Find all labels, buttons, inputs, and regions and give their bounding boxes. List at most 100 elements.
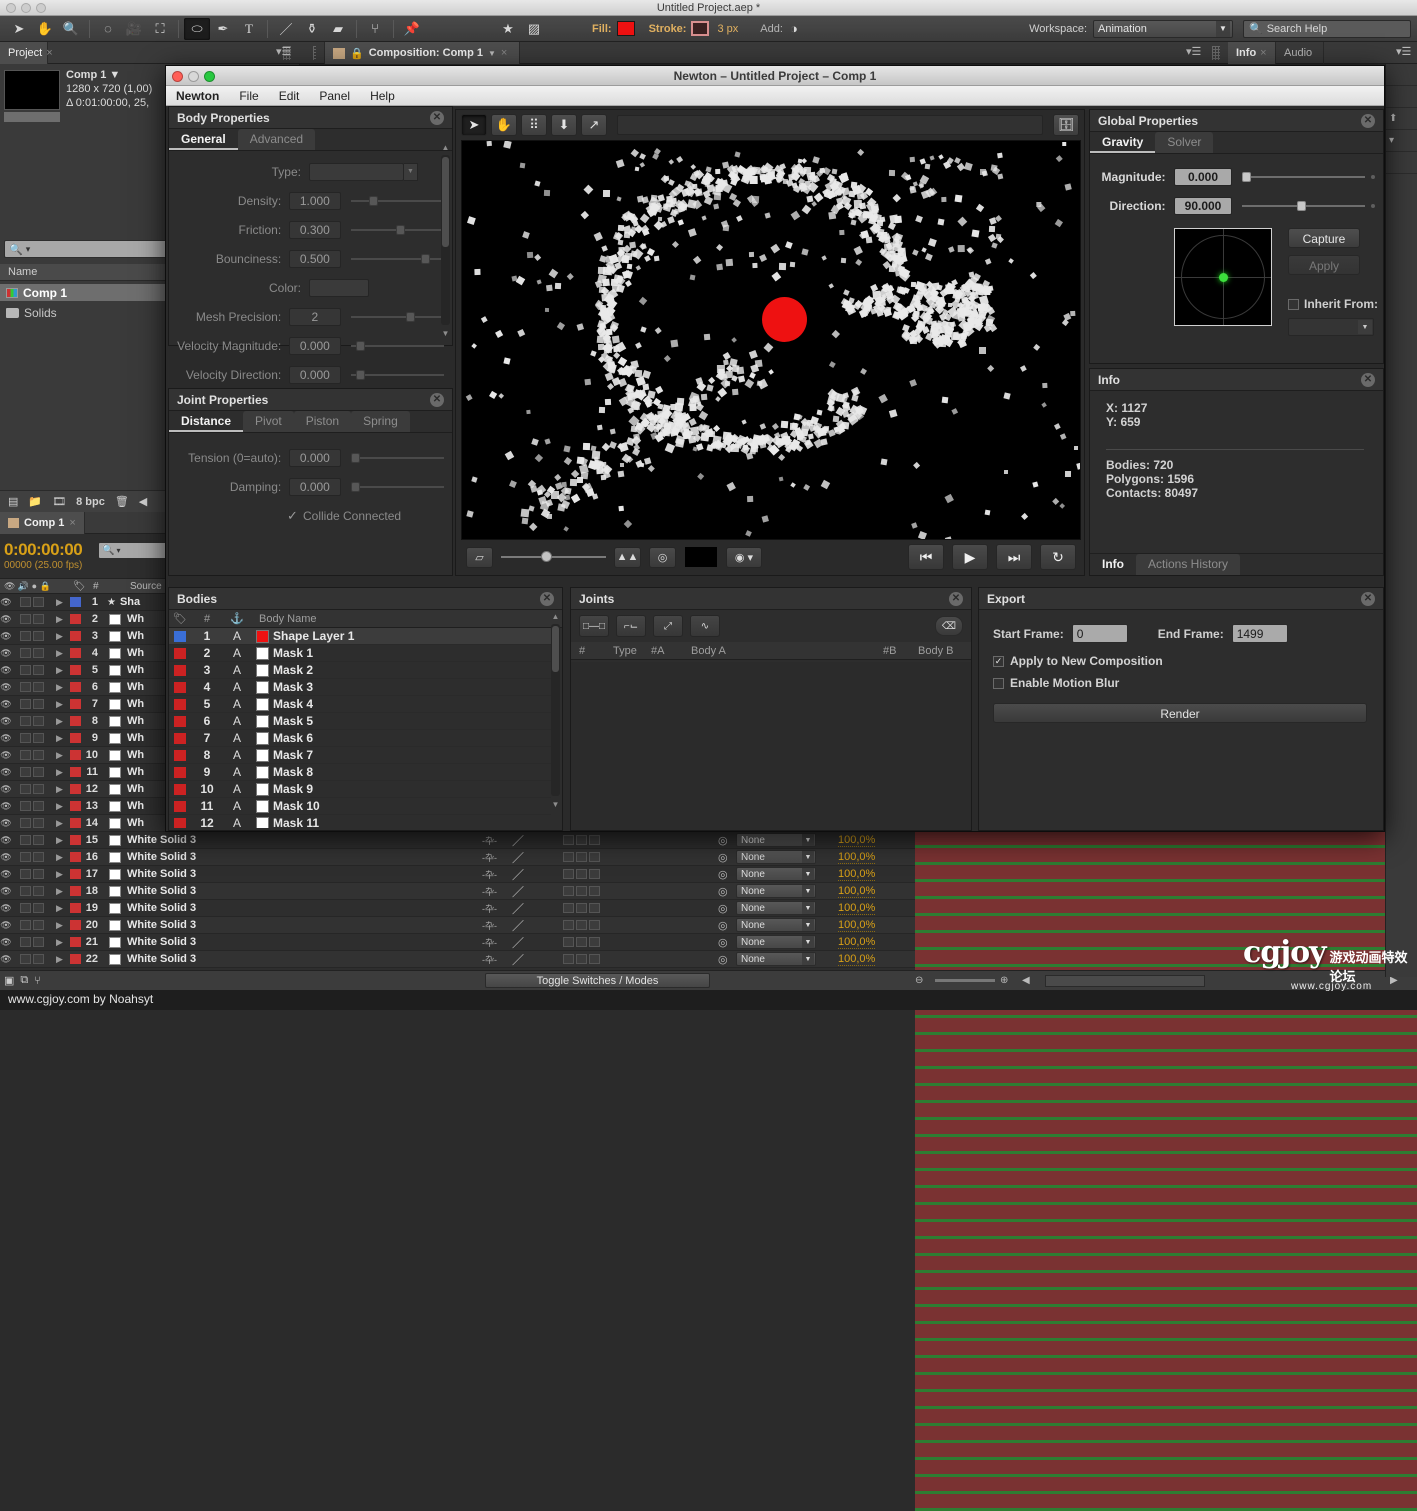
layer-preserve-switch[interactable] bbox=[576, 869, 587, 879]
project-comp-name[interactable]: Comp 1 ▼ bbox=[66, 68, 152, 82]
snapshot-icon[interactable]: 🗄 bbox=[1053, 114, 1079, 136]
layer-transform-switch[interactable]: ／ bbox=[512, 849, 524, 866]
layer-parent-select[interactable]: None ▼ bbox=[736, 867, 816, 881]
timeline-layer-bar[interactable] bbox=[915, 1443, 1417, 1457]
layer-solo-toggle[interactable] bbox=[33, 665, 44, 675]
layer-opacity-value[interactable]: 100,0% bbox=[838, 851, 876, 864]
layer-name[interactable]: Wh bbox=[127, 715, 144, 727]
timeline-layer-bar[interactable] bbox=[915, 1018, 1417, 1032]
layer-solo-toggle[interactable] bbox=[33, 648, 44, 658]
close-icon[interactable]: ✕ bbox=[1361, 113, 1375, 128]
layer-solo-toggle[interactable] bbox=[33, 903, 44, 913]
layer-solo-toggle[interactable] bbox=[33, 716, 44, 726]
bit-depth-label[interactable]: 8 bpc bbox=[76, 496, 105, 508]
timeline-layer-bar[interactable] bbox=[915, 1222, 1417, 1236]
joints-list[interactable] bbox=[571, 662, 971, 830]
layer-transform-switch[interactable]: ／ bbox=[512, 934, 524, 951]
layer-label-color[interactable] bbox=[70, 733, 81, 743]
layer-expand-icon[interactable]: ▶ bbox=[56, 597, 70, 608]
tab-gravity[interactable]: Gravity bbox=[1090, 132, 1156, 153]
layer-opacity-value[interactable]: 100,0% bbox=[838, 919, 876, 932]
tab-advanced[interactable]: Advanced bbox=[237, 129, 316, 150]
layer-expand-icon[interactable]: ▶ bbox=[56, 801, 70, 812]
layer-expand-icon[interactable]: ▶ bbox=[56, 648, 70, 659]
timeline-search-input[interactable]: 🔍 ▾ bbox=[98, 542, 168, 559]
field-slider[interactable] bbox=[350, 339, 444, 353]
close-button[interactable] bbox=[6, 3, 16, 13]
field-slider[interactable] bbox=[350, 223, 444, 237]
newton-title-bar[interactable]: Newton – Untitled Project – Comp 1 bbox=[166, 66, 1384, 86]
layer-label-color[interactable] bbox=[70, 699, 81, 709]
layer-name[interactable]: Wh bbox=[127, 664, 144, 676]
timeline-layer-bar[interactable] bbox=[915, 1324, 1417, 1338]
timeline-layer-bar[interactable] bbox=[915, 848, 1417, 862]
layer-audio-toggle[interactable] bbox=[20, 682, 31, 692]
add-menu-icon[interactable]: ◑ bbox=[787, 18, 801, 40]
layer-expand-icon[interactable]: ▶ bbox=[56, 614, 70, 625]
timeline-layer-bar[interactable] bbox=[915, 1256, 1417, 1270]
body-tag[interactable] bbox=[169, 647, 191, 659]
field-input[interactable] bbox=[309, 162, 404, 181]
render-button[interactable]: Render bbox=[993, 703, 1367, 723]
body-color-swatch[interactable] bbox=[251, 731, 273, 745]
layer-name[interactable]: Wh bbox=[127, 800, 144, 812]
zoom-tool-icon[interactable]: 🔍 bbox=[58, 18, 84, 40]
layer-preserve-switch[interactable] bbox=[576, 852, 587, 862]
play-icon[interactable]: ▶ bbox=[952, 544, 988, 570]
layer-parent-select[interactable]: None ▼ bbox=[736, 935, 816, 949]
menu-edit[interactable]: Edit bbox=[279, 89, 300, 103]
close-icon[interactable]: × bbox=[1260, 47, 1266, 59]
rotation-tool-icon[interactable]: ◌ bbox=[95, 18, 121, 40]
viewer-info-field[interactable] bbox=[617, 115, 1043, 135]
roto-brush-tool-icon[interactable]: ⑂ bbox=[362, 18, 388, 40]
layer-expand-icon[interactable]: ▶ bbox=[56, 954, 70, 965]
layer-parent-pickwhip[interactable]: ◎ bbox=[718, 936, 728, 949]
apply-new-comp-checkbox[interactable]: ✓ bbox=[993, 655, 1004, 667]
menu-newton[interactable]: Newton bbox=[176, 89, 219, 103]
stroke-width-value[interactable]: 3 px bbox=[717, 23, 738, 35]
timeline-layer-bar[interactable] bbox=[915, 1103, 1417, 1117]
chevron-down-icon[interactable]: ▼ bbox=[1358, 320, 1372, 334]
body-tag[interactable] bbox=[169, 732, 191, 744]
layer-track-matte-switch[interactable] bbox=[589, 954, 600, 964]
newton-window-controls[interactable] bbox=[172, 71, 215, 82]
minimize-button[interactable] bbox=[188, 71, 199, 82]
timeline-layer-bar[interactable] bbox=[915, 1171, 1417, 1185]
start-frame-input[interactable]: 0 bbox=[1071, 624, 1128, 643]
scroll-up-icon[interactable]: ▲ bbox=[551, 612, 560, 621]
field-input[interactable]: 0.000 bbox=[289, 336, 341, 355]
timeline-layer-bar[interactable] bbox=[915, 1273, 1417, 1287]
zoom-fit-icon[interactable]: ▱ bbox=[466, 546, 493, 568]
layer-opacity-value[interactable]: 100,0% bbox=[838, 902, 876, 915]
timeline-layer-bar[interactable] bbox=[915, 1120, 1417, 1134]
table-row[interactable]: 11 A Mask 10 bbox=[169, 798, 551, 815]
layer-name[interactable]: White Solid 3 bbox=[127, 885, 196, 897]
table-row[interactable]: 12 A Mask 11 bbox=[169, 815, 551, 828]
layer-name[interactable]: White Solid 3 bbox=[127, 919, 196, 931]
layer-visibility-icon[interactable]: 👁 bbox=[0, 716, 12, 727]
body-color-swatch[interactable] bbox=[251, 714, 273, 728]
menu-help[interactable]: Help bbox=[370, 89, 395, 103]
star-icon[interactable]: ★ bbox=[495, 18, 521, 40]
layer-track-matte-switch[interactable] bbox=[589, 869, 600, 879]
body-tag[interactable] bbox=[169, 664, 191, 676]
red-ball-body[interactable] bbox=[761, 296, 807, 342]
layer-expand-icon[interactable]: ▶ bbox=[56, 886, 70, 897]
timeline-scrollbar[interactable] bbox=[1045, 974, 1205, 987]
layer-expand-icon[interactable]: ▶ bbox=[56, 937, 70, 948]
table-row[interactable]: 1 A Shape Layer 1 bbox=[169, 628, 551, 645]
layer-visibility-icon[interactable]: 👁 bbox=[0, 699, 12, 710]
layer-audio-toggle[interactable] bbox=[20, 631, 31, 641]
body-anchor[interactable]: A bbox=[223, 765, 251, 779]
layer-audio-toggle[interactable] bbox=[20, 852, 31, 862]
layer-track-matte-switch[interactable] bbox=[589, 886, 600, 896]
layer-expand-icon[interactable]: ▶ bbox=[56, 852, 70, 863]
layer-audio-toggle[interactable] bbox=[20, 801, 31, 811]
damping-input[interactable]: 0.000 bbox=[289, 477, 341, 496]
layer-solo-toggle[interactable] bbox=[33, 954, 44, 964]
layer-transform-switch[interactable]: ／ bbox=[512, 917, 524, 934]
layer-opacity-value[interactable]: 100,0% bbox=[838, 834, 876, 847]
timeline-layer-bar[interactable] bbox=[915, 1426, 1417, 1440]
table-row[interactable]: 5 A Mask 4 bbox=[169, 696, 551, 713]
layer-expand-icon[interactable]: ▶ bbox=[56, 682, 70, 693]
